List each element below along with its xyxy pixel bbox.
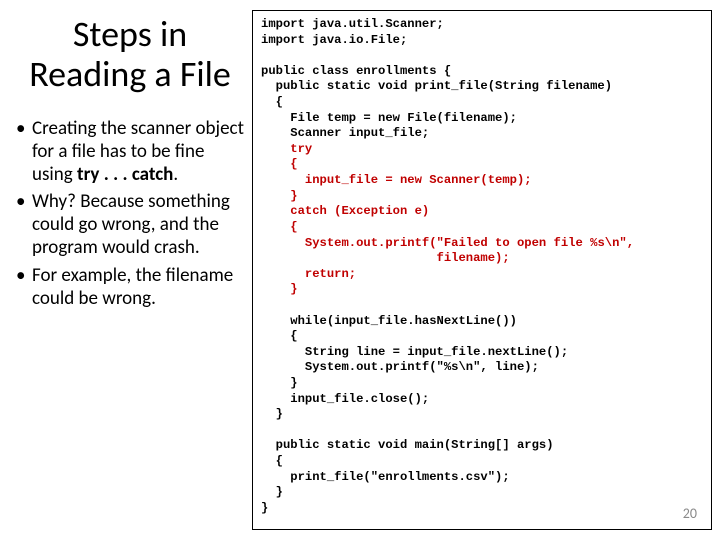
bullet-list: Creating the scanner object for a file h…: [14, 117, 246, 310]
code-indent: [261, 282, 290, 296]
code-line: }: [261, 407, 283, 421]
code-highlight: catch (Exception e): [290, 204, 429, 218]
code-highlight: }: [290, 282, 297, 296]
code-line: import java.io.File;: [261, 33, 407, 47]
code-indent: [261, 157, 290, 171]
code-line: public static void print_file(String fil…: [261, 79, 612, 93]
bullet-text: For example, the filename could be wrong…: [32, 264, 233, 310]
bullet-text: .: [173, 163, 178, 186]
code-highlight: try: [290, 142, 312, 156]
code-highlight: System.out.printf("Failed to open file %…: [305, 236, 634, 250]
code-line: String line = input_file.nextLine();: [261, 345, 568, 359]
code-line: public class enrollments {: [261, 64, 451, 78]
code-indent: [261, 267, 305, 281]
code-indent: [261, 204, 290, 218]
code-highlight: filename);: [437, 251, 510, 265]
code-line: {: [261, 454, 283, 468]
code-line: {: [261, 95, 283, 109]
bullet-text: Why? Because something could go wrong, a…: [32, 190, 230, 259]
code-line: import java.util.Scanner;: [261, 17, 444, 31]
code-indent: [261, 142, 290, 156]
code-line: }: [261, 485, 283, 499]
slide: Steps in Reading a File Creating the sca…: [0, 0, 720, 540]
code-indent: [261, 220, 290, 234]
page-number: 20: [683, 505, 697, 523]
code-line: File temp = new File(filename);: [261, 111, 517, 125]
code-line: while(input_file.hasNextLine()): [261, 314, 517, 328]
right-column: import java.util.Scanner; import java.io…: [252, 10, 712, 530]
code-indent: [261, 173, 305, 187]
code-highlight: return;: [305, 267, 356, 281]
code-line: print_file("enrollments.csv");: [261, 470, 510, 484]
left-column: Steps in Reading a File Creating the sca…: [14, 10, 252, 530]
code-line: }: [261, 501, 268, 515]
code-line: input_file.close();: [261, 392, 429, 406]
slide-title: Steps in Reading a File: [14, 14, 246, 95]
code-line: }: [261, 376, 298, 390]
code-line: Scanner input_file;: [261, 126, 429, 140]
code-highlight: }: [290, 189, 297, 203]
code-line: {: [261, 329, 298, 343]
code-highlight: {: [290, 220, 297, 234]
code-indent: [261, 189, 290, 203]
list-item: Why? Because something could go wrong, a…: [14, 190, 246, 260]
code-highlight: {: [290, 157, 297, 171]
code-line: System.out.printf("%s\n", line);: [261, 360, 539, 374]
bullet-bold: try . . . catch: [77, 163, 173, 186]
code-line: public static void main(String[] args): [261, 438, 554, 452]
code-indent: [261, 236, 305, 250]
list-item: For example, the filename could be wrong…: [14, 264, 246, 310]
list-item: Creating the scanner object for a file h…: [14, 117, 246, 187]
code-box: import java.util.Scanner; import java.io…: [252, 10, 712, 530]
code-indent: [261, 251, 437, 265]
code-highlight: input_file = new Scanner(temp);: [305, 173, 532, 187]
